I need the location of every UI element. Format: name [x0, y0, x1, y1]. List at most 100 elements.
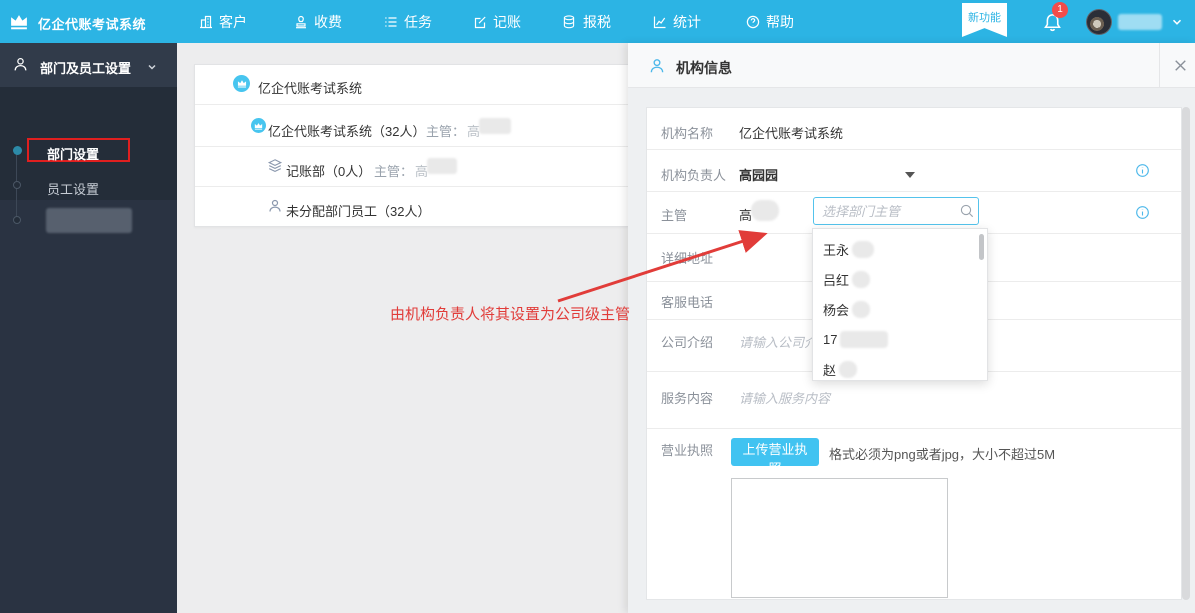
item-dot: [13, 181, 21, 189]
dropdown-item[interactable]: 吕红: [823, 264, 973, 294]
sidebar-item-employee-settings[interactable]: 员工设置: [47, 179, 99, 198]
name-redacted: [840, 330, 889, 348]
divider: [195, 104, 628, 105]
upload-hint: 格式必须为png或者jpg，大小不超过5M: [829, 447, 1056, 462]
divider: [647, 149, 1181, 150]
dropdown-item-prefix: 17: [823, 331, 838, 347]
new-feature-badge[interactable]: 新功能: [962, 3, 1007, 37]
nav-label: 报税: [583, 13, 611, 30]
divider: [195, 146, 628, 147]
dropdown-item-prefix: 吕红: [823, 272, 850, 288]
person-icon: [12, 56, 29, 73]
field-label-org-owner: 机构负责人: [661, 168, 727, 183]
divider: [195, 186, 628, 187]
divider: [647, 191, 1181, 192]
panel-title: 机构信息: [676, 60, 732, 76]
field-label-phone: 客服电话: [661, 295, 714, 310]
close-icon[interactable]: [1172, 57, 1189, 74]
manager-name-redacted: [427, 158, 457, 174]
person-icon: [648, 57, 666, 75]
dropdown-item[interactable]: 赵: [823, 354, 973, 380]
manager-label: 主管：: [374, 164, 414, 179]
user-icon: [267, 198, 283, 214]
row-text: 记账部（0人）: [286, 164, 372, 179]
name-redacted: [852, 240, 875, 258]
field-label-supervisor: 主管: [661, 208, 688, 223]
nav-statistics[interactable]: 统计: [652, 0, 701, 43]
question-circle-icon: [745, 14, 761, 30]
dropdown-item-prefix: 杨会: [823, 302, 850, 318]
license-preview-box[interactable]: [731, 478, 948, 598]
dropdown-item[interactable]: 王永: [823, 234, 973, 264]
supervisor-dropdown: 王永 吕红 杨会 17 赵: [812, 228, 988, 381]
sidebar-item-redacted[interactable]: [46, 208, 132, 233]
info-icon[interactable]: [1135, 163, 1150, 178]
name-redacted: [852, 270, 871, 288]
dropdown-scrollbar-thumb[interactable]: [979, 234, 984, 260]
nav-help[interactable]: 帮助: [745, 0, 794, 43]
service-placeholder[interactable]: 请输入服务内容: [739, 388, 830, 407]
info-icon[interactable]: [1135, 205, 1150, 220]
crown-logo-icon: [9, 13, 29, 30]
supervisor-search-input[interactable]: [813, 197, 979, 225]
layers-icon: [267, 158, 283, 174]
org-info-panel: 机构信息 机构名称 亿企代账考试系统 机构负责人 高园园 主管 高 选择部门主管…: [628, 43, 1195, 613]
nav-label: 帮助: [766, 13, 794, 30]
nav-label: 统计: [673, 13, 701, 30]
list-title: 亿企代账考试系统: [258, 81, 363, 96]
field-label-intro: 公司介绍: [661, 335, 714, 350]
sidebar-group-dept-employee[interactable]: 部门及员工设置: [0, 43, 177, 87]
dropdown-item[interactable]: 杨会: [823, 294, 973, 324]
user-avatar[interactable]: [1086, 9, 1112, 35]
sidebar-submenu: 部门设置 员工设置: [0, 87, 177, 233]
field-label-service: 服务内容: [661, 391, 714, 406]
app-title: 亿企代账考试系统: [38, 17, 147, 32]
nav-label: 收费: [314, 13, 342, 30]
dropdown-item-prefix: 王永: [823, 242, 850, 258]
field-value-org-name: 亿企代账考试系统: [739, 126, 844, 141]
sidebar-item-department-settings[interactable]: 部门设置: [47, 144, 99, 163]
edit-square-icon: [472, 14, 488, 30]
building-icon: [198, 14, 214, 30]
annotation-text: 由机构负责人将其设置为公司级主管: [390, 306, 631, 323]
nav-label: 客户: [219, 13, 247, 30]
field-value-org-owner: 高园园: [739, 168, 779, 183]
row-text: 亿企代账考试系统（32人）: [268, 124, 426, 139]
department-list-card: 亿企代账考试系统 亿企代账考试系统（32人） 主管： 高 记账部（0人） 主管：…: [194, 64, 628, 227]
supervisor-name-redacted: [751, 200, 779, 221]
notification-count-badge: 1: [1052, 2, 1068, 18]
nav-fees[interactable]: 收费: [293, 0, 342, 43]
nav-label: 任务: [404, 13, 432, 30]
stamp-icon: [293, 14, 309, 30]
nav-bookkeeping[interactable]: 记账: [472, 0, 521, 43]
name-redacted: [839, 360, 858, 378]
manager-name-redacted: [479, 118, 511, 134]
chart-line-icon: [652, 14, 668, 30]
sidebar: 部门及员工设置 部门设置 员工设置: [0, 43, 177, 613]
owner-dropdown-caret[interactable]: [905, 172, 915, 178]
dropdown-item[interactable]: 17: [823, 324, 973, 354]
upload-license-button[interactable]: 上传营业执照: [731, 438, 819, 476]
nav-customers[interactable]: 客户: [198, 0, 247, 43]
divider: [647, 428, 1181, 429]
topbar: 亿企代账考试系统 客户 收费 任务 记账 报税 统计 帮助 新功能 1: [0, 0, 1195, 43]
chevron-down-icon: [146, 61, 158, 73]
field-label-license: 营业执照: [661, 443, 714, 458]
new-feature-label: 新功能: [968, 12, 1001, 24]
list-icon: [383, 14, 399, 30]
panel-header: 机构信息: [628, 43, 1195, 88]
item-dot: [13, 216, 21, 224]
panel-scrollbar[interactable]: [1182, 107, 1190, 600]
field-label-org-name: 机构名称: [661, 126, 714, 141]
manager-label: 主管：: [426, 124, 466, 139]
row-text: 未分配部门员工（32人）: [286, 204, 431, 219]
chevron-down-icon[interactable]: [1170, 15, 1184, 29]
active-item-dot: [13, 146, 22, 155]
nav-label: 记账: [493, 13, 521, 30]
nav-tax[interactable]: 报税: [562, 0, 611, 43]
app-screen: 亿企代账考试系统 客户 收费 任务 记账 报税 统计 帮助 新功能 1 部门及员…: [0, 0, 1195, 613]
divider: [1159, 43, 1160, 88]
field-label-address: 详细地址: [661, 251, 714, 266]
coins-icon: [562, 14, 578, 30]
nav-tasks[interactable]: 任务: [383, 0, 432, 43]
